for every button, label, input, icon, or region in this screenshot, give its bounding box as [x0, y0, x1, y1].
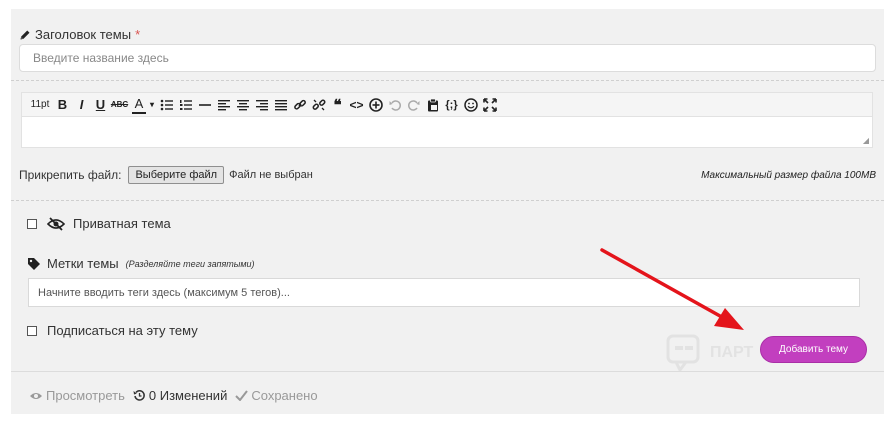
paste-button[interactable]	[423, 94, 442, 116]
horizontal-rule-button[interactable]	[195, 94, 214, 116]
bullet-list-button[interactable]	[157, 94, 176, 116]
undo-button[interactable]	[385, 94, 404, 116]
emoji-button[interactable]	[461, 94, 480, 116]
add-topic-button[interactable]: Добавить тему	[760, 336, 867, 363]
align-left-button[interactable]	[214, 94, 233, 116]
align-right-icon	[255, 99, 268, 110]
private-topic-checkbox[interactable]	[27, 218, 37, 229]
title-label-text: Заголовок темы	[35, 27, 132, 42]
watermark-text: ПАРТ	[710, 344, 754, 361]
tag-icon	[28, 257, 40, 270]
unlink-icon	[312, 98, 325, 110]
redo-icon	[407, 99, 419, 111]
tags-hint: (Разделяйте теги запятыми)	[125, 258, 255, 269]
insert-button[interactable]	[366, 94, 385, 116]
unlink-button[interactable]	[309, 94, 328, 116]
link-icon	[293, 99, 306, 110]
font-size-button[interactable]: 11pt	[27, 94, 53, 116]
chat-logo-icon	[666, 334, 700, 372]
bold-button[interactable]: B	[53, 94, 72, 116]
title-label: Заголовок темы *	[19, 27, 140, 42]
title-input[interactable]	[19, 44, 876, 72]
attach-label: Прикрепить файл:	[19, 168, 122, 182]
redo-button[interactable]	[404, 94, 423, 116]
divider	[11, 80, 884, 81]
history-icon	[133, 390, 145, 401]
code-block-icon: {;}	[445, 98, 458, 111]
divider	[11, 200, 884, 201]
watermark: ПАРТ	[666, 334, 753, 372]
check-icon	[235, 390, 249, 401]
required-mark: *	[135, 27, 141, 42]
tags-input[interactable]	[28, 278, 860, 307]
eye-slash-icon	[47, 216, 65, 231]
align-left-icon	[217, 99, 230, 110]
resize-handle-icon[interactable]: ◢	[863, 136, 869, 145]
numbered-list-button[interactable]	[176, 94, 195, 116]
fullscreen-icon	[482, 97, 497, 112]
saved-status: Сохранено	[235, 388, 318, 403]
align-center-icon	[236, 99, 249, 110]
changes-label: 0 Изменений	[148, 388, 228, 403]
max-file-size: Максимальный размер файла 100MB	[701, 170, 876, 181]
subscribe-row[interactable]: Подписаться на эту тему	[27, 323, 198, 338]
tags-label-row: Метки темы (Разделяйте теги запятыми)	[27, 256, 255, 271]
italic-button[interactable]: I	[72, 94, 91, 116]
bullet-list-icon	[160, 99, 173, 110]
subscribe-checkbox[interactable]	[27, 325, 37, 336]
attach-row: Прикрепить файл: Выберите файл Файл не в…	[19, 166, 313, 184]
file-status: Файл не выбран	[229, 169, 313, 181]
align-right-button[interactable]	[252, 94, 271, 116]
choose-file-button[interactable]: Выберите файл	[128, 166, 225, 184]
justify-icon	[274, 99, 287, 110]
text-color-button[interactable]: A	[132, 96, 146, 114]
preview-label: Просмотреть	[46, 388, 125, 403]
code-button[interactable]: <>	[347, 94, 366, 116]
emoji-icon	[463, 97, 478, 112]
quote-button[interactable]: ❝	[328, 94, 347, 116]
tags-label: Метки темы	[47, 256, 119, 271]
pencil-icon	[20, 30, 30, 39]
numbered-list-icon	[179, 99, 192, 110]
paste-icon	[427, 98, 438, 111]
insert-icon	[368, 97, 383, 112]
fullscreen-button[interactable]	[480, 94, 499, 116]
private-topic-label: Приватная тема	[73, 216, 171, 231]
code-block-button[interactable]: {;}	[442, 94, 461, 116]
footer-divider	[11, 371, 884, 372]
private-topic-row[interactable]: Приватная тема	[27, 216, 171, 231]
code-icon: <>	[349, 97, 364, 112]
saved-label: Сохранено	[251, 388, 318, 403]
text-color-dropdown[interactable]: ▾	[147, 94, 157, 116]
justify-button[interactable]	[271, 94, 290, 116]
horizontal-rule-icon	[198, 103, 211, 106]
subscribe-label: Подписаться на эту тему	[47, 323, 198, 338]
preview-button[interactable]: Просмотреть	[29, 388, 125, 403]
editor-textarea[interactable]: ◢	[21, 116, 873, 148]
strikethrough-button[interactable]: ABC	[110, 94, 129, 116]
link-button[interactable]	[290, 94, 309, 116]
eye-icon	[30, 392, 42, 399]
changes-button[interactable]: 0 Изменений	[133, 388, 227, 403]
quote-icon: ❝	[333, 96, 342, 114]
align-center-button[interactable]	[233, 94, 252, 116]
editor-footer: Просмотреть 0 Изменений Сохранено	[29, 388, 318, 403]
undo-icon	[389, 99, 401, 111]
underline-button[interactable]: U	[91, 94, 110, 116]
editor-toolbar: 11pt B I U ABC A ▾ ❝ <> {;}	[21, 92, 873, 116]
